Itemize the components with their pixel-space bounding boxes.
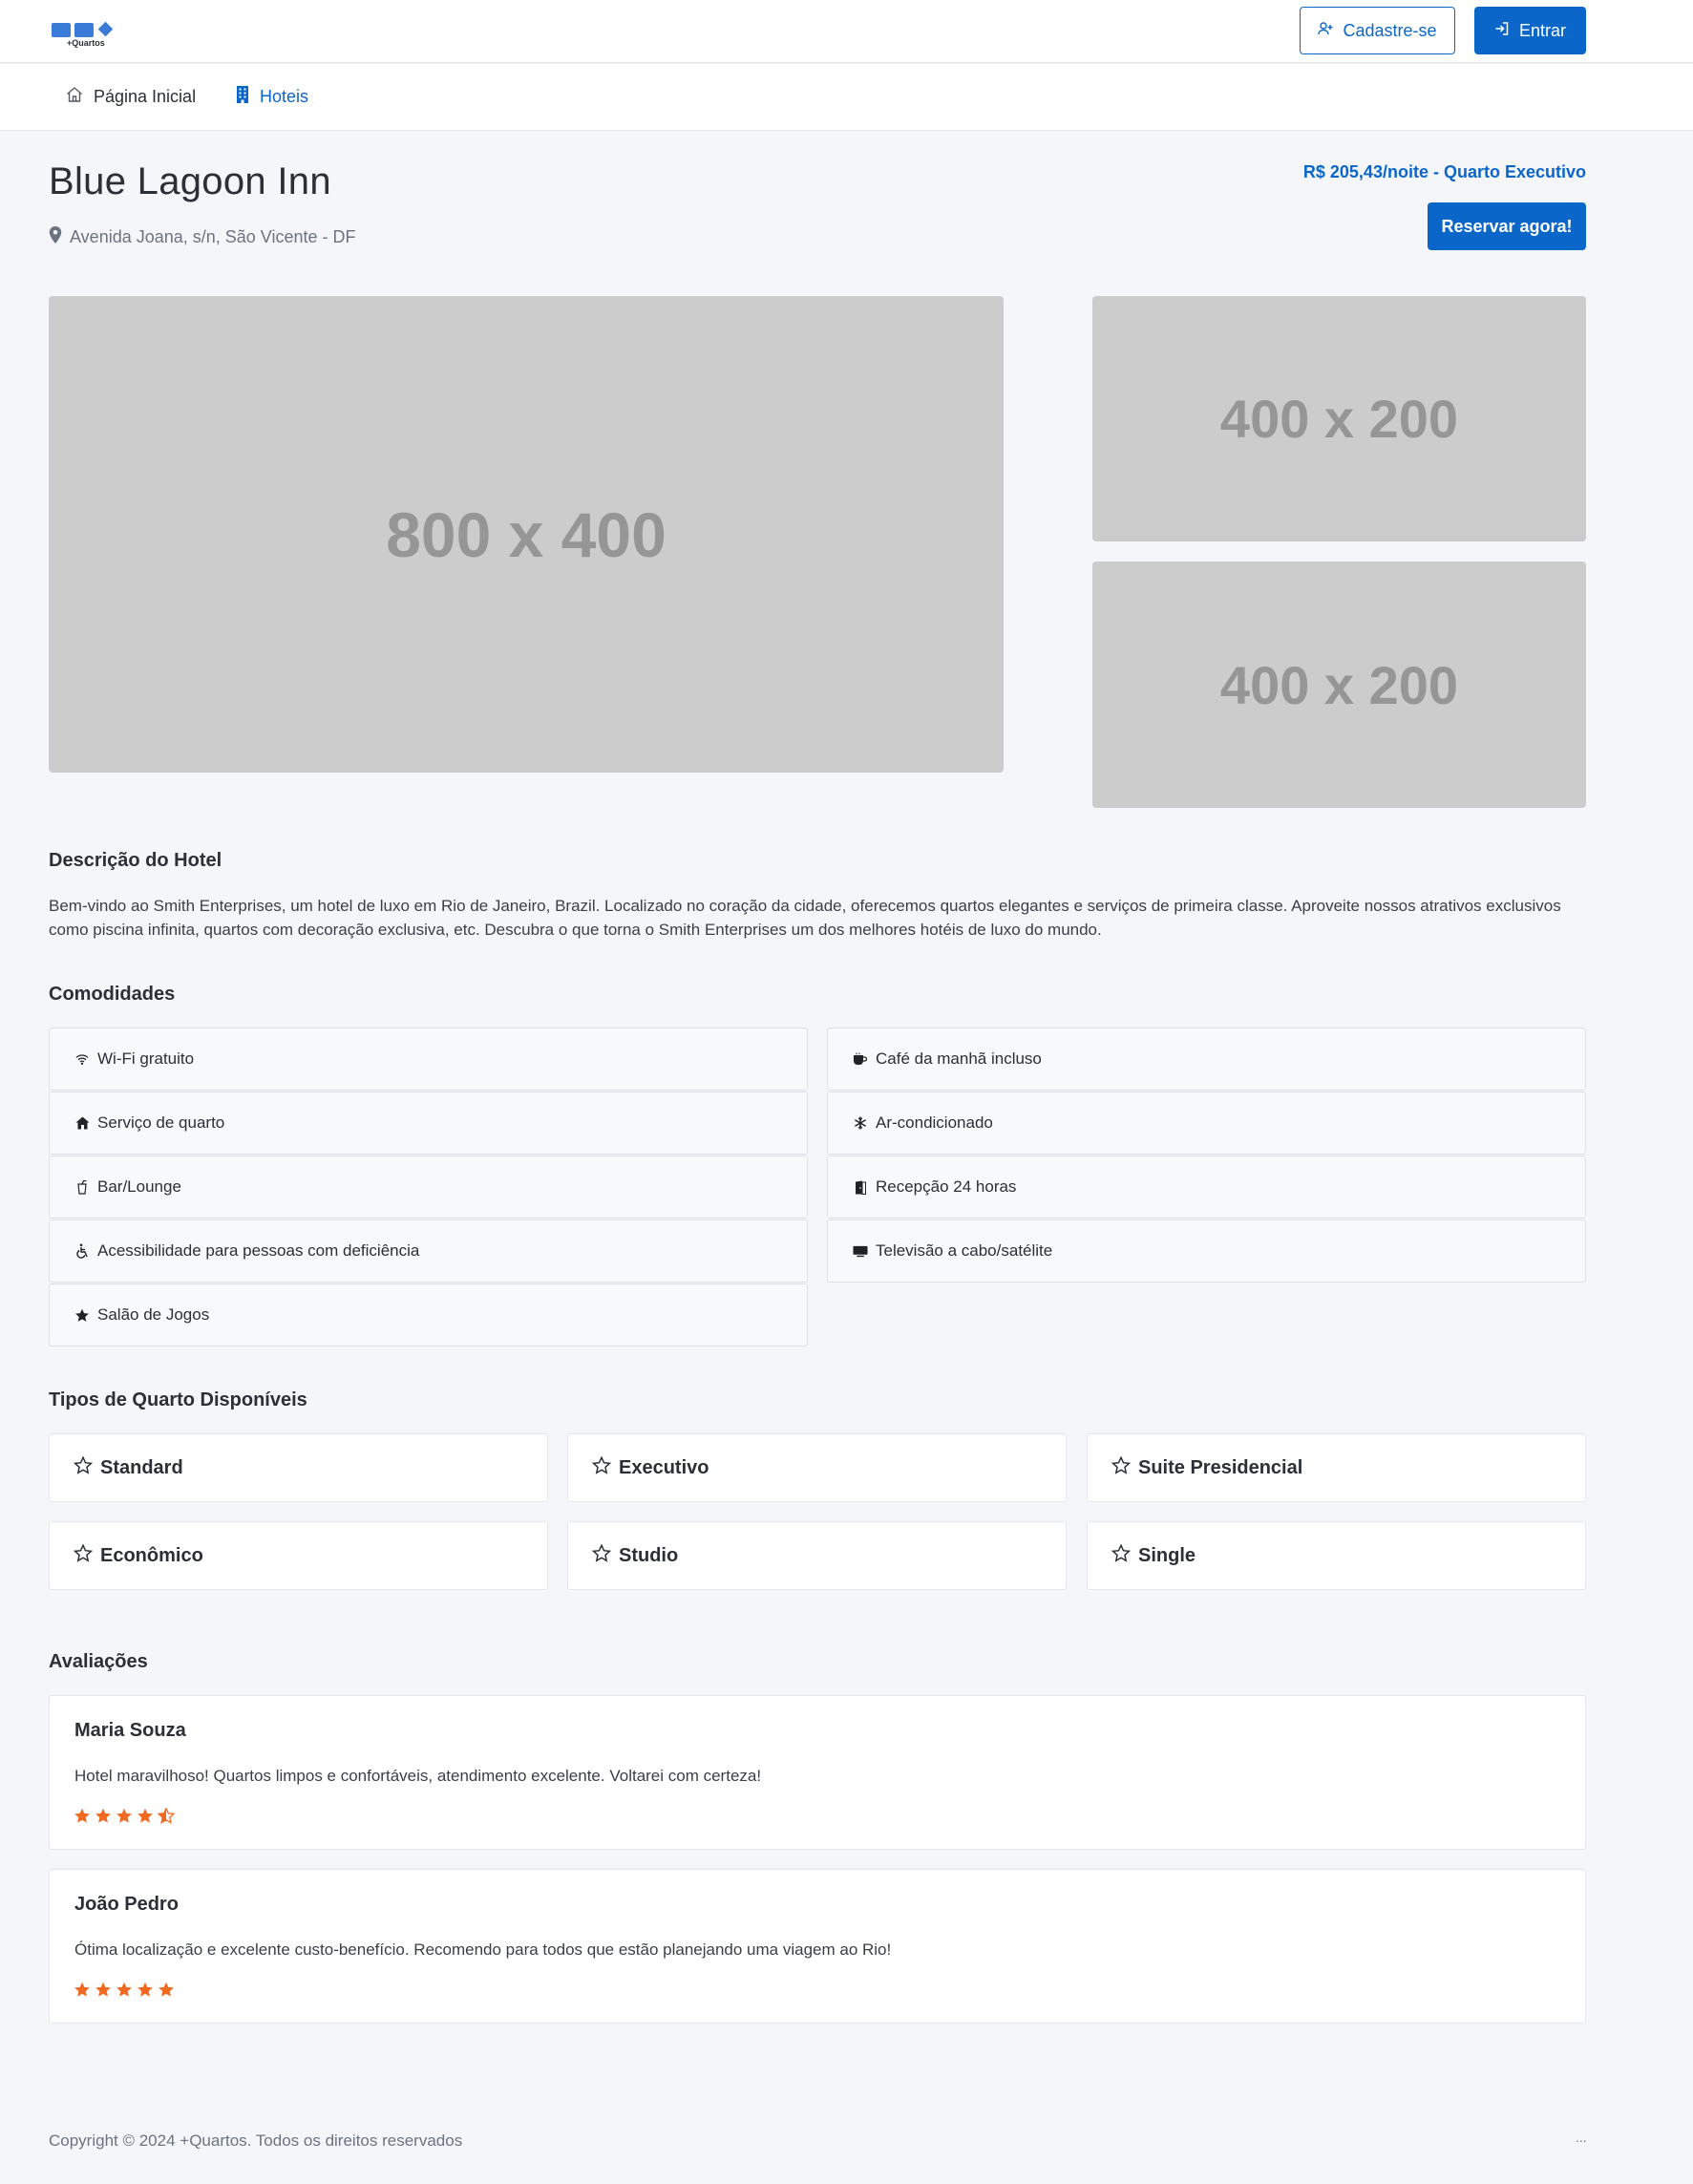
top-bar: +Quartos Cadastre-se Entrar: [0, 0, 1693, 63]
amenity-label: Salão de Jogos: [97, 1305, 210, 1324]
star-filled-icon: [137, 1808, 154, 1829]
amenity-item: Bar/Lounge: [49, 1156, 808, 1219]
room-type-card[interactable]: Econômico: [49, 1521, 548, 1590]
star-outline-icon: [1111, 1454, 1132, 1480]
star-filled-icon: [74, 1808, 91, 1829]
room-type-label: Studio: [619, 1544, 679, 1566]
star-filled-icon: [158, 1982, 175, 2003]
amenity-label: Acessibilidade para pessoas com deficiên…: [97, 1241, 420, 1260]
star-outline-icon: [591, 1542, 612, 1568]
room-type-card[interactable]: Executivo: [567, 1433, 1067, 1502]
amenity-item: Ar-condicionado: [827, 1092, 1586, 1155]
amenity-label: Serviço de quarto: [97, 1113, 225, 1132]
star-outline-icon: [1111, 1542, 1132, 1568]
user-plus-icon: [1318, 21, 1333, 41]
amenity-label: Recepção 24 horas: [876, 1177, 1017, 1196]
star-filled-icon: [137, 1982, 154, 2003]
cup-icon: [74, 1179, 90, 1195]
gallery-main-image[interactable]: 800 x 400: [49, 296, 1004, 773]
star-outline-icon: [73, 1454, 94, 1480]
star-filled-icon: [116, 1808, 133, 1829]
price-label: R$ 205,43/noite - Quarto Executivo: [1302, 162, 1586, 181]
amenity-item: Televisão a cabo/satélite: [827, 1219, 1586, 1283]
tv-icon: [853, 1243, 868, 1259]
star-icon: [74, 1307, 90, 1323]
snowflake-icon: [853, 1115, 868, 1131]
home-icon: [65, 85, 84, 109]
description-title: Descrição do Hotel: [49, 850, 222, 871]
amenity-item: Café da manhã incluso: [827, 1028, 1586, 1091]
hotel-address: Avenida Joana, s/n, São Vicente - DF: [49, 226, 356, 248]
room-type-label: Standard: [100, 1456, 183, 1478]
brand-logo[interactable]: +Quartos: [52, 21, 118, 50]
room-type-label: Suite Presidencial: [1138, 1456, 1303, 1478]
amenity-label: Café da manhã incluso: [876, 1050, 1042, 1068]
description-text: Bem-vindo ao Smith Enterprises, um hotel…: [49, 897, 1561, 939]
room-type-card[interactable]: Standard: [49, 1433, 548, 1502]
signup-label: Cadastre-se: [1343, 20, 1437, 40]
review-rating: [74, 1807, 176, 1829]
amenities-title: Comodidades: [49, 984, 176, 1005]
nav-item-home[interactable]: Página Inicial: [65, 85, 196, 109]
nav-hotels-label: Hoteis: [260, 87, 309, 106]
review-rating: [74, 1982, 175, 2003]
amenity-label: Wi-Fi gratuito: [97, 1050, 195, 1068]
nav-bar: Página Inicial Hoteis: [0, 64, 1693, 131]
amenity-item: Recepção 24 horas: [827, 1156, 1586, 1219]
amenity-label: Bar/Lounge: [97, 1177, 181, 1196]
book-now-button[interactable]: Reservar agora!: [1428, 202, 1586, 250]
star-filled-icon: [74, 1982, 91, 2003]
room-type-label: Executivo: [619, 1456, 709, 1478]
star-outline-icon: [591, 1454, 612, 1480]
coffee-icon: [853, 1051, 868, 1067]
star-outline-icon: [73, 1542, 94, 1568]
amenity-item: Salão de Jogos: [49, 1283, 808, 1346]
review-text: Ótima localização e excelente custo-bene…: [74, 1940, 892, 1959]
address-text: Avenida Joana, s/n, São Vicente - DF: [70, 227, 356, 246]
amenity-item: Wi-Fi gratuito: [49, 1028, 808, 1091]
review-card: João Pedro Ótima localização e excelente…: [49, 1869, 1586, 2024]
hotel-name: Blue Lagoon Inn: [49, 160, 331, 202]
review-text: Hotel maravilhoso! Quartos limpos e conf…: [74, 1767, 762, 1785]
room-type-card[interactable]: Suite Presidencial: [1087, 1433, 1586, 1502]
reviews-title: Avaliações: [49, 1651, 148, 1672]
star-filled-icon: [95, 1982, 112, 2003]
amenity-label: Ar-condicionado: [876, 1113, 993, 1132]
amenity-item: Serviço de quarto: [49, 1092, 808, 1155]
gallery-side-image-2[interactable]: 400 x 200: [1092, 562, 1586, 808]
gallery-side-image-1[interactable]: 400 x 200: [1092, 296, 1586, 541]
door-icon: [853, 1179, 868, 1195]
star-filled-icon: [116, 1982, 133, 2003]
review-card: Maria Souza Hotel maravilhoso! Quartos l…: [49, 1695, 1586, 1850]
star-half-icon: [157, 1807, 176, 1829]
room-types-title: Tipos de Quarto Disponíveis: [49, 1389, 307, 1410]
wifi-icon: [74, 1051, 90, 1067]
nav-home-label: Página Inicial: [94, 87, 197, 106]
room-type-card[interactable]: Single: [1087, 1521, 1586, 1590]
star-filled-icon: [95, 1808, 112, 1829]
map-pin-icon: [49, 226, 62, 248]
reviewer-name: Maria Souza: [74, 1720, 186, 1741]
login-button[interactable]: Entrar: [1474, 7, 1586, 54]
reviewer-name: João Pedro: [74, 1894, 179, 1915]
room-type-label: Econômico: [100, 1544, 203, 1566]
amenity-item: Acessibilidade para pessoas com deficiên…: [49, 1219, 808, 1283]
logo-text: +Quartos: [67, 38, 105, 48]
nav-item-hotels[interactable]: Hoteis: [235, 85, 308, 109]
login-icon: [1494, 21, 1510, 41]
footer-copyright: Copyright © 2024 +Quartos. Todos os dire…: [49, 2131, 463, 2150]
logo-square-right: [74, 23, 94, 37]
accessibility-icon: [74, 1243, 90, 1259]
login-label: Entrar: [1518, 20, 1567, 40]
room-type-label: Single: [1138, 1544, 1196, 1566]
logo-square-left: [52, 23, 71, 37]
footer-more[interactable]: ...: [1576, 2130, 1587, 2145]
room-type-card[interactable]: Studio: [567, 1521, 1067, 1590]
logo-diamond: [97, 21, 114, 37]
building-icon: [235, 85, 250, 109]
house-icon: [74, 1115, 90, 1131]
signup-button[interactable]: Cadastre-se: [1300, 7, 1455, 54]
amenity-label: Televisão a cabo/satélite: [876, 1241, 1053, 1260]
